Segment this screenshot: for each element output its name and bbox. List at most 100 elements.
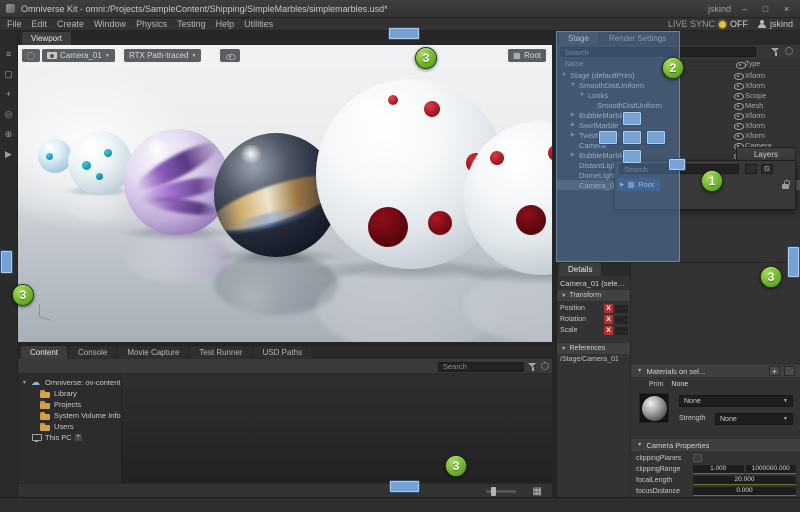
status-bar xyxy=(0,497,800,512)
camera-selector[interactable]: Camera_01 ▼ xyxy=(42,49,115,62)
add-connection-badge[interactable]: + xyxy=(75,434,82,441)
material-options-button[interactable] xyxy=(784,366,795,376)
visibility-eye-icon[interactable] xyxy=(733,71,743,80)
dock-target-cross-right[interactable] xyxy=(646,130,666,145)
layers-g-button[interactable]: G xyxy=(761,164,773,174)
tree-item-icon xyxy=(40,422,51,432)
type-column-header[interactable]: Type xyxy=(745,61,797,68)
expander-icon[interactable]: ▼ xyxy=(21,380,28,386)
renderer-selector[interactable]: RTX Path-traced ▼ xyxy=(124,49,201,62)
viewport-tool-icon[interactable]: ◎ xyxy=(2,108,16,120)
tab-viewport[interactable]: Viewport xyxy=(22,32,71,45)
layers-filter-button[interactable] xyxy=(745,164,757,174)
viewport-tool-icon[interactable]: + xyxy=(2,88,16,100)
value-field[interactable] xyxy=(615,305,628,313)
tab-details[interactable]: Details xyxy=(559,263,601,276)
dock-target-left-edge[interactable] xyxy=(0,250,13,274)
transform-section-header[interactable]: ▼ Transform xyxy=(557,290,630,301)
camera-properties-header[interactable]: ▼ Camera Properties xyxy=(631,439,800,451)
content-panel-tab[interactable]: Test Runner xyxy=(190,346,251,359)
gear-icon[interactable] xyxy=(785,47,793,55)
dock-target-cross-down[interactable] xyxy=(622,149,642,164)
maximize-button[interactable]: □ xyxy=(758,4,773,14)
viewport-canvas[interactable]: Camera_01 ▼ RTX Path-traced ▼ Root xyxy=(18,45,552,342)
filter-icon[interactable] xyxy=(771,47,780,56)
minimize-button[interactable]: – xyxy=(737,4,752,14)
array-widget-icon[interactable] xyxy=(693,454,702,462)
menu-item[interactable]: Testing xyxy=(177,19,206,29)
menu-item[interactable]: Create xyxy=(57,19,84,29)
prim-type: Xform xyxy=(745,111,797,120)
value-field[interactable] xyxy=(615,327,628,335)
visibility-menu-button[interactable] xyxy=(220,49,240,62)
content-tabbar: ContentConsoleMovie CaptureTest RunnerUS… xyxy=(18,346,552,359)
references-section-header[interactable]: ▼ References xyxy=(557,343,630,354)
value-field[interactable]: 1.000 xyxy=(693,465,744,474)
user-chip[interactable]: jskind xyxy=(758,19,793,29)
material-preview xyxy=(639,393,669,423)
close-button[interactable]: × xyxy=(779,4,794,14)
add-material-button[interactable]: + xyxy=(769,366,780,376)
content-tree-item[interactable]: This PC + xyxy=(18,432,121,443)
visibility-eye-icon[interactable] xyxy=(733,91,743,100)
value-field[interactable]: 20.000 xyxy=(693,476,796,485)
gear-icon[interactable] xyxy=(541,362,549,370)
menu-item[interactable]: Physics xyxy=(136,19,167,29)
visibility-eye-icon[interactable] xyxy=(733,121,743,130)
visibility-eye-icon[interactable] xyxy=(733,131,743,140)
viewport-tool-icon[interactable]: ▶ xyxy=(2,148,16,160)
content-tree-item[interactable]: System Volume Information xyxy=(18,410,121,421)
visibility-eye-icon[interactable] xyxy=(733,81,743,90)
dock-target-layers[interactable] xyxy=(668,158,686,171)
visibility-eye-icon[interactable] xyxy=(733,101,743,110)
marble-highlight xyxy=(238,145,264,163)
marble-highlight xyxy=(492,133,524,155)
value-field[interactable] xyxy=(615,316,628,324)
menu-item[interactable]: Help xyxy=(216,19,235,29)
tree-item-label: This PC xyxy=(45,433,72,442)
material-dropdown[interactable]: None ▼ xyxy=(679,395,793,407)
visibility-eye-icon[interactable] xyxy=(733,111,743,120)
viewport-tool-icon[interactable]: ⊕ xyxy=(2,128,16,140)
axis-x-badge[interactable]: X xyxy=(604,304,613,313)
dock-target-top[interactable] xyxy=(388,27,420,40)
value-field[interactable]: 1000000.000 xyxy=(746,465,797,474)
filter-icon[interactable] xyxy=(528,362,537,371)
content-panel-tab[interactable]: Console xyxy=(69,346,116,359)
dock-target-cross-left[interactable] xyxy=(598,130,618,145)
content-tree-item[interactable]: Users xyxy=(18,421,121,432)
transform-row-label: Position xyxy=(560,305,602,312)
viewport-tool-icon[interactable]: ▢ xyxy=(2,68,16,80)
content-tree-item[interactable]: Library xyxy=(18,388,121,399)
menu-item[interactable]: Utilities xyxy=(244,19,273,29)
content-files-area[interactable] xyxy=(122,374,552,483)
user-name: jskind xyxy=(770,19,793,29)
content-tree-item[interactable]: ▼ Omniverse: ov-content:3009 xyxy=(18,377,121,388)
dock-target-cross-up[interactable] xyxy=(622,111,642,126)
content-panel-tab[interactable]: USD Paths xyxy=(254,346,312,359)
slider-thumb[interactable] xyxy=(491,487,496,496)
root-button[interactable]: Root xyxy=(508,49,546,62)
strength-dropdown[interactable]: None ▼ xyxy=(715,413,793,425)
menu-item[interactable]: Window xyxy=(94,19,126,29)
lock-icon[interactable] xyxy=(782,180,789,189)
live-sync-indicator[interactable]: LIVE SYNC OFF xyxy=(668,19,748,29)
axis-x-badge[interactable]: X xyxy=(604,326,613,335)
value-field[interactable]: 0.000 xyxy=(693,487,796,496)
menu-item[interactable]: File xyxy=(7,19,22,29)
viewport-tool-icon[interactable]: ≡ xyxy=(2,48,16,60)
materials-section-header[interactable]: ▼ Materials on sel... + xyxy=(631,365,800,377)
tab-layers[interactable]: Layers xyxy=(736,147,796,160)
viewport-settings-button[interactable] xyxy=(22,49,40,62)
titlebar-user: jskind xyxy=(708,4,731,14)
dock-target-cross-center[interactable] xyxy=(622,130,642,145)
content-tree-item[interactable]: Projects xyxy=(18,399,121,410)
dock-target-bottom-edge[interactable] xyxy=(389,480,420,493)
content-panel-tab[interactable]: Content xyxy=(21,346,67,359)
content-search-input[interactable] xyxy=(438,362,524,372)
grid-view-icon[interactable]: ▦ xyxy=(533,486,542,497)
content-panel-tab[interactable]: Movie Capture xyxy=(118,346,188,359)
dock-target-right-edge[interactable] xyxy=(787,246,800,278)
menu-item[interactable]: Edit xyxy=(32,19,48,29)
axis-x-badge[interactable]: X xyxy=(604,315,613,324)
